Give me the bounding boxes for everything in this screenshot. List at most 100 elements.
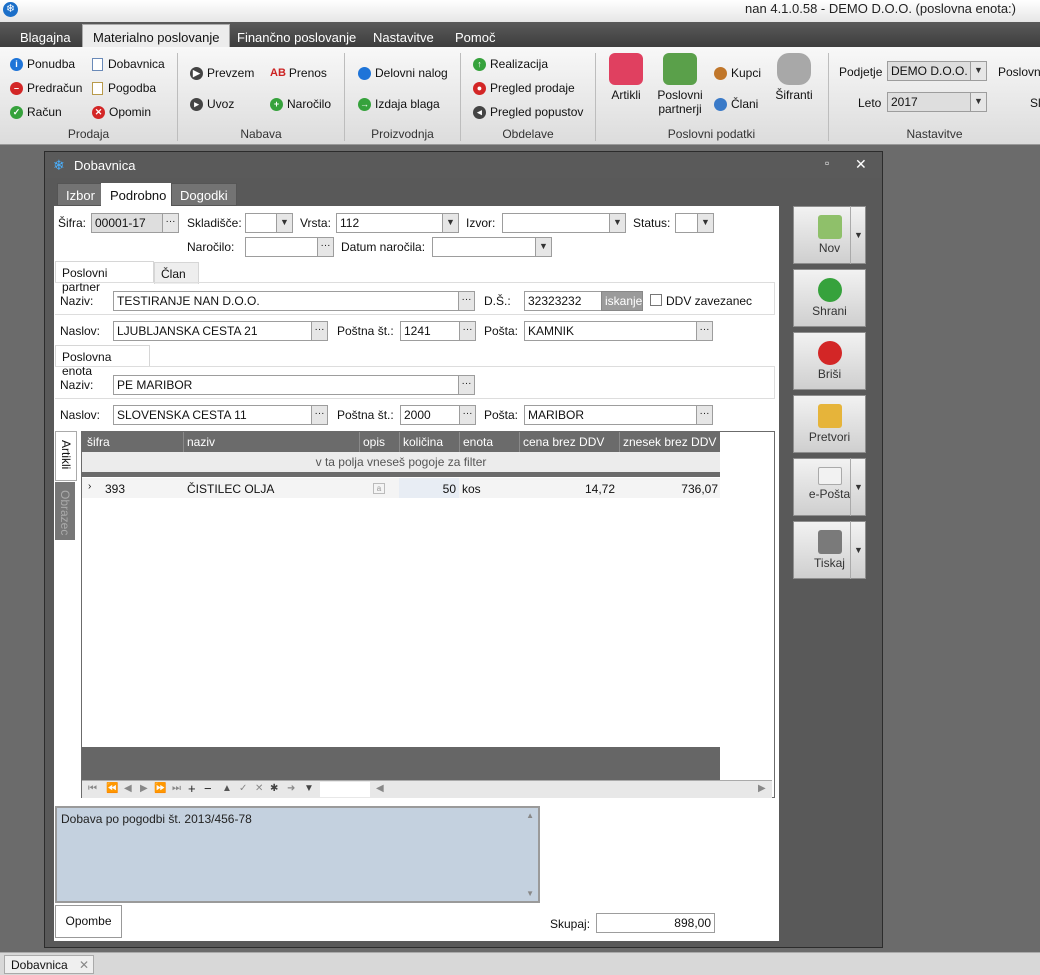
tab-obrazec[interactable]: Obrazec bbox=[55, 482, 75, 540]
cancel-icon[interactable]: ✕ bbox=[255, 783, 263, 794]
predracun-button[interactable]: – Predračun bbox=[10, 79, 82, 97]
scroll-right-icon[interactable]: ▶ bbox=[758, 783, 766, 794]
chevron-down-icon[interactable]: ▼ bbox=[697, 213, 714, 233]
tab-opombe[interactable]: Opombe bbox=[55, 905, 122, 938]
sifranti-button[interactable]: Šifranti bbox=[772, 53, 816, 102]
cell-znesek[interactable]: 736,07 bbox=[623, 482, 718, 496]
partner-postna-input[interactable]: 1241 bbox=[400, 321, 460, 341]
next-icon[interactable]: ▶ bbox=[140, 783, 148, 794]
kupci-button[interactable]: Kupci bbox=[714, 64, 761, 82]
col-znesek[interactable]: znesek brez DDV bbox=[623, 435, 716, 449]
pretvori-button[interactable]: Pretvori bbox=[793, 395, 866, 453]
tab-nastavitve[interactable]: Nastavitve bbox=[363, 27, 444, 48]
close-icon[interactable]: ✕ bbox=[79, 958, 89, 972]
ellipsis-button[interactable]: ··· bbox=[311, 321, 328, 341]
ellipsis-button[interactable]: ··· bbox=[459, 405, 476, 425]
izvor-select[interactable] bbox=[502, 213, 610, 233]
iskanje-button[interactable]: iskanje bbox=[601, 291, 643, 311]
first-icon[interactable]: ⏮ bbox=[88, 783, 97, 794]
prevzem-button[interactable]: ▶ Prevzem bbox=[190, 64, 254, 82]
pregled-popustov-button[interactable]: ◂ Pregled popustov bbox=[473, 103, 583, 121]
cell-cena[interactable]: 14,72 bbox=[523, 482, 615, 496]
col-kolicina[interactable]: količina bbox=[403, 435, 443, 449]
pogodba-button[interactable]: Pogodba bbox=[92, 79, 156, 97]
ds-input[interactable]: 32323232 bbox=[524, 291, 602, 311]
col-naziv[interactable]: naziv bbox=[187, 435, 215, 449]
ellipsis-button[interactable]: ··· bbox=[162, 213, 179, 233]
tab-izbor[interactable]: Izbor bbox=[57, 183, 104, 206]
cell-naziv[interactable]: ČISTILEC OLJA bbox=[187, 482, 274, 496]
prev-icon[interactable]: ◀ bbox=[124, 783, 132, 794]
prenos-button[interactable]: AB Prenos bbox=[270, 64, 327, 82]
last-icon[interactable]: ⏭ bbox=[172, 783, 181, 794]
navigator-input[interactable] bbox=[320, 782, 370, 797]
tab-pomoc[interactable]: Pomoč bbox=[445, 27, 505, 48]
cell-opis[interactable]: a bbox=[373, 483, 385, 494]
cell-kolicina[interactable]: 50 bbox=[403, 482, 456, 496]
opomin-button[interactable]: ✕ Opomin bbox=[92, 103, 151, 121]
col-opis[interactable]: opis bbox=[363, 435, 385, 449]
ellipsis-button[interactable]: ··· bbox=[696, 405, 713, 425]
tab-podrobno[interactable]: Podrobno bbox=[101, 183, 176, 207]
racun-button[interactable]: ✓ Račun bbox=[10, 103, 62, 121]
asterisk-icon[interactable]: ✱ bbox=[270, 783, 278, 794]
chevron-down-icon[interactable]: ▼ bbox=[970, 92, 987, 112]
artikli-button[interactable]: Artikli bbox=[605, 53, 647, 102]
ellipsis-button[interactable]: ··· bbox=[458, 291, 475, 311]
ellipsis-button[interactable]: ··· bbox=[458, 375, 475, 395]
datum-narocila-input[interactable] bbox=[432, 237, 536, 257]
check-icon[interactable]: ✓ bbox=[239, 783, 247, 794]
brisi-button[interactable]: Briši bbox=[793, 332, 866, 390]
poslovni-partnerji-button[interactable]: Poslovni partnerji bbox=[652, 53, 708, 116]
tab-artikli[interactable]: Artikli bbox=[55, 431, 77, 481]
leto-select[interactable]: 2017 bbox=[887, 92, 971, 112]
close-icon[interactable]: ✕ bbox=[855, 156, 867, 173]
add-icon[interactable]: + bbox=[188, 781, 196, 796]
tab-materialno-poslovanje[interactable]: Materialno poslovanje bbox=[82, 24, 231, 49]
uvoz-button[interactable]: ▸ Uvoz bbox=[190, 95, 234, 113]
enota-posta-input[interactable]: MARIBOR bbox=[524, 405, 697, 425]
status-select[interactable] bbox=[675, 213, 698, 233]
scroll-up-icon[interactable]: ▲ bbox=[526, 811, 534, 820]
nov-dropdown[interactable]: ▼ bbox=[850, 206, 866, 264]
enota-postna-input[interactable]: 2000 bbox=[400, 405, 460, 425]
prev-page-icon[interactable]: ⏪ bbox=[106, 783, 118, 794]
forward-icon[interactable]: ➜ bbox=[287, 783, 295, 794]
scroll-down-icon[interactable]: ▼ bbox=[526, 889, 534, 898]
col-cena[interactable]: cena brez DDV bbox=[523, 435, 604, 449]
realizacija-button[interactable]: ↑ Realizacija bbox=[473, 55, 548, 73]
cell-enota[interactable]: kos bbox=[462, 482, 481, 496]
delovni-nalog-button[interactable]: Delovni nalog bbox=[358, 64, 448, 82]
izdaja-blaga-button[interactable]: → Izdaja blaga bbox=[358, 95, 440, 113]
chevron-down-icon[interactable]: ▼ bbox=[609, 213, 626, 233]
partner-naziv-input[interactable]: TESTIRANJE NAN D.O.O. bbox=[113, 291, 459, 311]
chevron-down-icon[interactable]: ▼ bbox=[970, 61, 987, 81]
shrani-button[interactable]: Shrani bbox=[793, 269, 866, 327]
chevron-down-icon[interactable]: ▼ bbox=[276, 213, 293, 233]
up-icon[interactable]: ▲ bbox=[222, 783, 232, 794]
partner-naslov-input[interactable]: LJUBLJANSKA CESTA 21 bbox=[113, 321, 312, 341]
ddv-checkbox[interactable] bbox=[650, 294, 662, 306]
col-enota[interactable]: enota bbox=[463, 435, 493, 449]
eposta-dropdown[interactable]: ▼ bbox=[850, 458, 866, 516]
skladisce-select[interactable] bbox=[245, 213, 277, 233]
ponudba-button[interactable]: i Ponudba bbox=[10, 55, 75, 73]
filter-row[interactable]: v ta polja vneseš pogoje za filter bbox=[82, 452, 720, 472]
enota-naziv-input[interactable]: PE MARIBOR bbox=[113, 375, 459, 395]
ellipsis-button[interactable]: ··· bbox=[317, 237, 334, 257]
chevron-down-icon[interactable]: ▼ bbox=[442, 213, 459, 233]
tab-poslovna-enota[interactable]: Poslovna enota bbox=[55, 345, 150, 378]
maximize-icon[interactable]: ▫ bbox=[825, 156, 829, 170]
ellipsis-button[interactable]: ··· bbox=[696, 321, 713, 341]
filter-icon[interactable]: ▼ bbox=[304, 783, 314, 794]
pregled-prodaje-button[interactable]: ● Pregled prodaje bbox=[473, 79, 575, 97]
narocilo-input[interactable] bbox=[245, 237, 318, 257]
next-page-icon[interactable]: ⏩ bbox=[154, 783, 166, 794]
dobavnica-button[interactable]: Dobavnica bbox=[92, 55, 165, 73]
enota-naslov-input[interactable]: SLOVENSKA CESTA 11 bbox=[113, 405, 312, 425]
chevron-down-icon[interactable]: ▼ bbox=[535, 237, 552, 257]
podjetje-select[interactable]: DEMO D.O.O. bbox=[887, 61, 971, 81]
ellipsis-button[interactable]: ··· bbox=[459, 321, 476, 341]
ellipsis-button[interactable]: ··· bbox=[311, 405, 328, 425]
opombe-textarea[interactable]: Dobava po pogodbi št. 2013/456-78 ▲ ▼ bbox=[55, 806, 540, 903]
